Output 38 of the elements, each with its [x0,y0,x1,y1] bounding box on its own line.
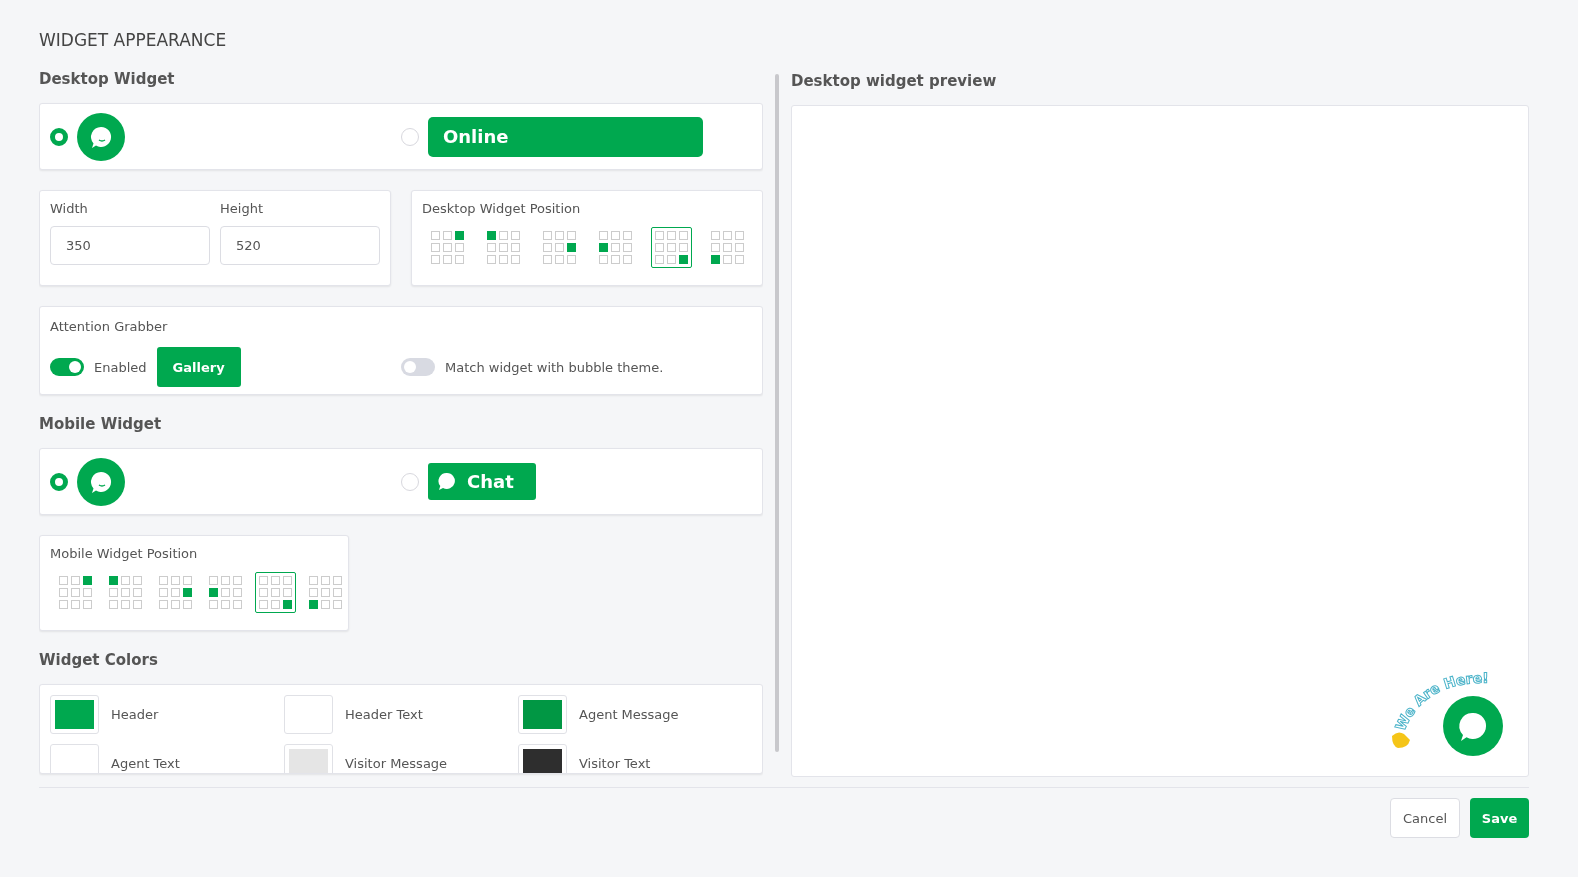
preview-heading: Desktop widget preview [791,72,998,90]
color-label: Agent Message [579,707,679,722]
color-swatch[interactable] [50,744,99,773]
color-label: Header Text [345,707,423,722]
chat-tab-label: Chat [467,471,514,492]
enabled-toggle[interactable] [50,358,84,376]
position-label: Mobile Widget Position [50,546,199,561]
attention-grabber-label: Attention Grabber [50,319,169,334]
chat-bubble-icon [77,457,125,506]
color-swatch[interactable] [50,695,99,734]
page-title: WIDGET APPEARANCE [39,30,228,52]
match-theme-toggle[interactable] [401,358,435,376]
color-swatch[interactable] [284,744,333,773]
match-theme-label: Match widget with bubble theme. [445,359,664,375]
cancel-button[interactable]: Cancel [1390,798,1460,838]
online-bar-preview: Online [428,116,703,157]
radio-button[interactable] [50,472,68,491]
radio-button[interactable] [50,127,68,146]
color-label: Header [111,707,159,722]
position-option[interactable] [651,227,692,268]
color-swatch[interactable] [518,744,567,773]
chat-bubble-icon [437,471,457,492]
section-heading: Widget Colors [39,651,159,669]
height-label: Height [220,201,264,216]
color-swatch[interactable] [518,695,567,734]
position-option[interactable] [255,572,296,613]
color-label: Visitor Message [345,756,448,771]
height-input[interactable]: 520 [220,226,380,265]
color-swatch[interactable] [284,695,333,734]
position-label: Desktop Widget Position [422,201,582,216]
color-label: Visitor Text [579,756,651,771]
enabled-label: Enabled [94,359,147,375]
chat-bubble-icon [77,112,125,161]
color-label: Agent Text [111,756,180,771]
width-input[interactable]: 350 [50,226,210,265]
section-heading: Desktop Widget [39,70,176,88]
section-heading: Mobile Widget [39,415,163,433]
width-label: Width [50,201,89,216]
